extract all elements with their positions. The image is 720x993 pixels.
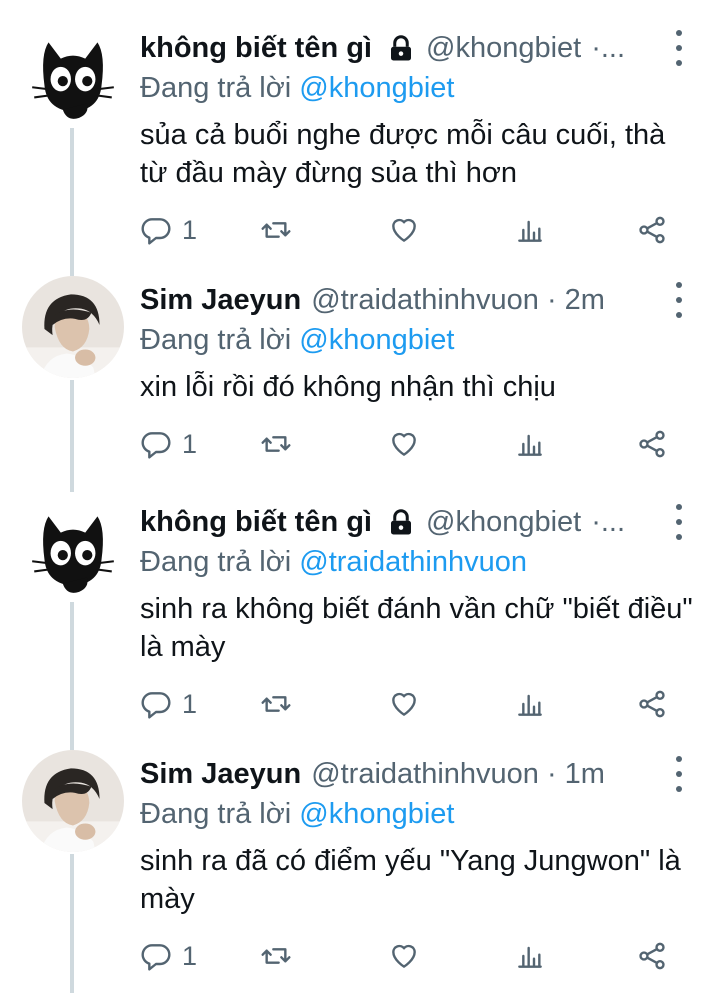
reply-icon [141, 218, 171, 245]
replying-to: Đang trả lời @khongbiet [140, 68, 454, 108]
share-button[interactable] [636, 684, 668, 724]
replying-to: Đang trả lời @khongbiet [140, 320, 454, 360]
heart-icon [392, 432, 416, 456]
timestamp: ·... [591, 32, 626, 64]
lock-icon [386, 507, 416, 537]
tweet-header: không biết tên gì @khongbiet ·... [140, 28, 660, 68]
user-handle[interactable]: @traidathinhvuon [311, 280, 539, 320]
retweet-icon [261, 436, 291, 452]
heart-icon [392, 692, 416, 716]
person-photo-avatar[interactable] [22, 276, 124, 378]
black-cat-avatar[interactable] [22, 498, 124, 600]
share-icon [639, 430, 665, 458]
reply-button[interactable]: 1 [140, 210, 197, 250]
mention-link[interactable]: @khongbiet [299, 798, 454, 830]
like-button[interactable] [388, 936, 420, 976]
retweet-button[interactable] [260, 936, 292, 976]
reply-icon [141, 944, 171, 971]
tweet-header: Sim Jaeyun @traidathinhvuon · 2m [140, 280, 660, 320]
replying-prefix: Đang trả lời [140, 324, 292, 356]
analytics-button[interactable] [514, 424, 546, 464]
analytics-icon [518, 434, 542, 456]
user-handle[interactable]: @khongbiet [426, 502, 581, 542]
retweet-icon [261, 222, 291, 238]
timestamp: 2m [564, 284, 605, 316]
separator-dot: · [546, 284, 557, 316]
like-button[interactable] [388, 684, 420, 724]
action-bar: 1 [140, 936, 680, 976]
separator-dot: · [546, 758, 557, 790]
black-cat-avatar[interactable] [22, 24, 124, 126]
share-button[interactable] [636, 424, 668, 464]
like-button[interactable] [388, 424, 420, 464]
replying-prefix: Đang trả lời [140, 546, 292, 578]
reply-count: 1 [182, 214, 198, 245]
share-button[interactable] [636, 210, 668, 250]
retweet-button[interactable] [260, 210, 292, 250]
reply-count: 1 [182, 940, 198, 971]
display-name[interactable]: Sim Jaeyun [140, 754, 301, 794]
reply-button[interactable]: 1 [140, 684, 197, 724]
display-name[interactable]: không biết tên gì [140, 502, 372, 542]
share-icon [639, 942, 665, 970]
more-options-icon[interactable] [672, 504, 686, 540]
share-icon [639, 690, 665, 718]
retweet-icon [261, 948, 291, 964]
analytics-button[interactable] [514, 210, 546, 250]
tweet[interactable]: Sim Jaeyun @traidathinhvuon · 2m Đang tr… [0, 276, 720, 486]
reply-count: 1 [182, 688, 198, 719]
like-button[interactable] [388, 210, 420, 250]
retweet-icon [261, 696, 291, 712]
more-options-icon[interactable] [672, 282, 686, 318]
analytics-button[interactable] [514, 684, 546, 724]
mention-link[interactable]: @traidathinhvuon [299, 546, 527, 578]
tweet-text: sinh ra không biết đánh vần chữ "biết đi… [140, 593, 693, 663]
reply-icon [141, 692, 171, 719]
tweet[interactable]: không biết tên gì @khongbiet ·... Đang t… [0, 498, 720, 738]
user-handle[interactable]: @khongbiet [426, 28, 581, 68]
replying-prefix: Đang trả lời [140, 72, 292, 104]
person-photo-avatar[interactable] [22, 750, 124, 852]
analytics-icon [518, 220, 542, 242]
replying-to: Đang trả lời @traidathinhvuon [140, 542, 527, 582]
action-bar: 1 [140, 424, 680, 464]
lock-icon [386, 33, 416, 63]
heart-icon [392, 944, 416, 968]
retweet-button[interactable] [260, 424, 292, 464]
retweet-button[interactable] [260, 684, 292, 724]
tweet[interactable]: Sim Jaeyun @traidathinhvuon · 1m Đang tr… [0, 750, 720, 993]
reply-icon [141, 432, 171, 459]
more-options-icon[interactable] [672, 756, 686, 792]
share-icon [639, 216, 665, 244]
tweet-header: không biết tên gì @khongbiet ·... [140, 502, 660, 542]
tweet[interactable]: không biết tên gì @khongbiet ·... Đang t… [0, 24, 720, 264]
action-bar: 1 [140, 684, 680, 724]
analytics-button[interactable] [514, 936, 546, 976]
tweet-text: sủa cả buổi nghe được mỗi câu cuối, thà … [140, 119, 666, 189]
reply-button[interactable]: 1 [140, 936, 197, 976]
replying-to: Đang trả lời @khongbiet [140, 794, 454, 834]
display-name[interactable]: Sim Jaeyun [140, 280, 301, 320]
user-handle[interactable]: @traidathinhvuon [311, 754, 539, 794]
analytics-icon [518, 946, 542, 968]
display-name[interactable]: không biết tên gì [140, 28, 372, 68]
timestamp: 1m [564, 758, 605, 790]
share-button[interactable] [636, 936, 668, 976]
tweet-header: Sim Jaeyun @traidathinhvuon · 1m [140, 754, 660, 794]
analytics-icon [518, 694, 542, 716]
heart-icon [392, 218, 416, 242]
action-bar: 1 [140, 210, 680, 250]
replying-prefix: Đang trả lời [140, 798, 292, 830]
reply-button[interactable]: 1 [140, 424, 197, 464]
tweet-text: xin lỗi rồi đó không nhận thì chịu [140, 371, 556, 403]
mention-link[interactable]: @khongbiet [299, 72, 454, 104]
more-options-icon[interactable] [672, 30, 686, 66]
mention-link[interactable]: @khongbiet [299, 324, 454, 356]
reply-count: 1 [182, 428, 198, 459]
tweet-text: sinh ra đã có điểm yếu "Yang Jungwon" là… [140, 845, 681, 915]
timestamp: ·... [591, 506, 626, 538]
